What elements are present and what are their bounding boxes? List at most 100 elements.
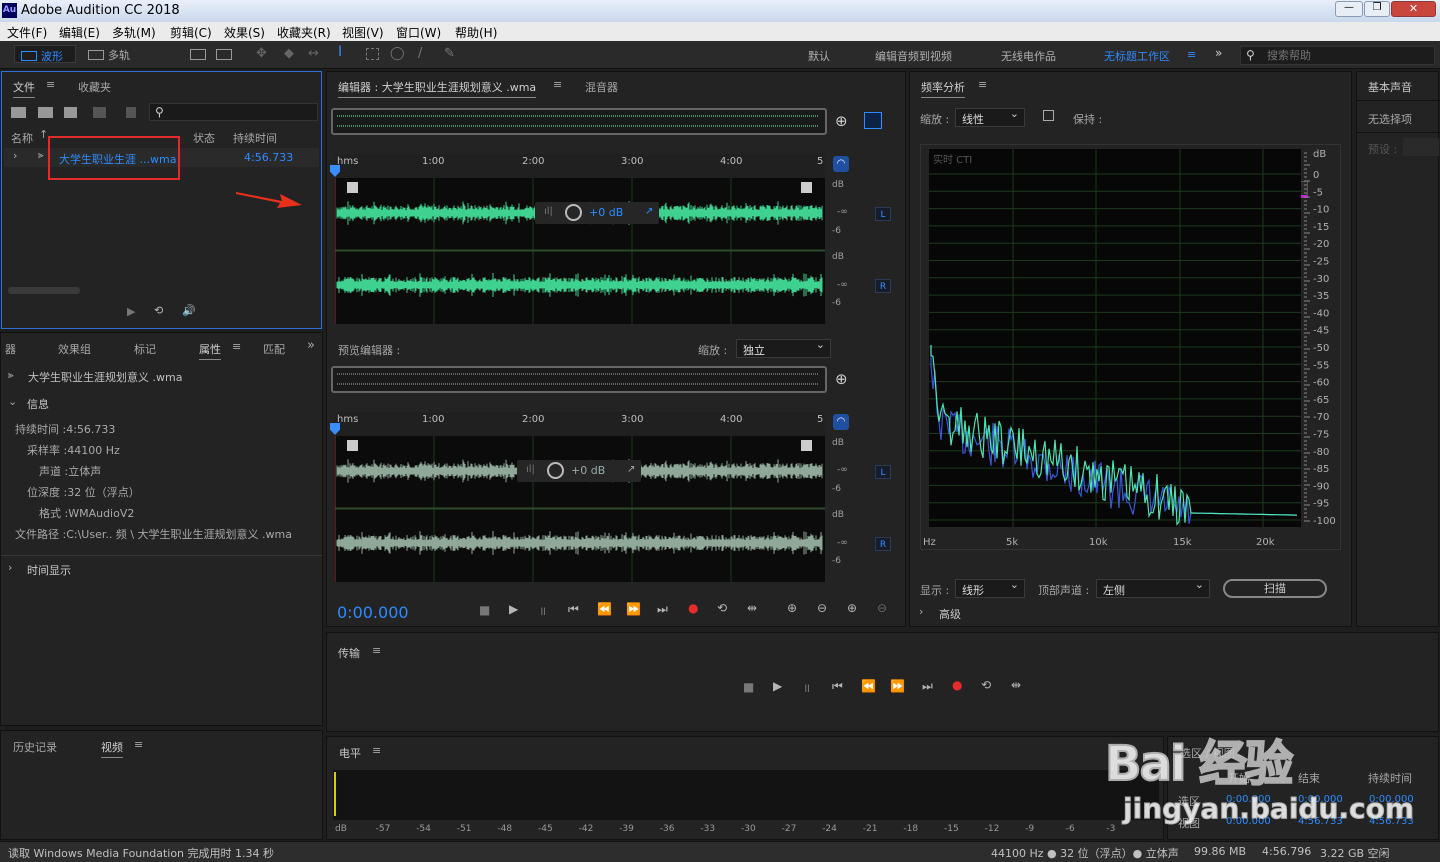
razor-tool-icon[interactable]: ◆	[284, 46, 294, 61]
advanced-expand-icon[interactable]: ›	[919, 605, 923, 618]
fast-forward-icon[interactable]: ⏩	[626, 602, 641, 616]
workspace-default[interactable]: 默认	[808, 48, 830, 64]
tab-video[interactable]: 视频	[101, 739, 123, 758]
multitrack-view-button[interactable]: 多轨	[88, 47, 130, 63]
zoom-out-full-icon[interactable]: ⊕	[835, 112, 848, 130]
marquee-tool-icon[interactable]	[366, 48, 379, 60]
scale-select[interactable]: 线性	[955, 107, 1025, 127]
record-icon[interactable]: ●	[952, 678, 962, 692]
left-channel-toggle[interactable]: L	[875, 207, 891, 221]
pitch-display-icon[interactable]	[216, 49, 232, 60]
waveform-area[interactable]	[335, 178, 825, 324]
spectral-toggle-icon[interactable]	[864, 112, 882, 129]
menu-help[interactable]: 帮助(H)	[455, 24, 497, 41]
play-icon[interactable]: ▶	[509, 602, 518, 616]
files-menu-icon[interactable]: ≡	[46, 78, 55, 91]
tab-history[interactable]: 历史记录	[13, 739, 57, 755]
workspace-untitled[interactable]: 无标题工作区	[1104, 48, 1170, 64]
tab-frequency-analysis[interactable]: 频率分析	[921, 79, 965, 98]
pin-icon[interactable]: ↗	[645, 206, 653, 217]
preview-hud-gain-control[interactable]: ıl| +0 dB ↗	[517, 460, 641, 482]
properties-menu-icon[interactable]: ≡	[232, 340, 241, 353]
autoplay-icon[interactable]: 🔊	[182, 304, 196, 317]
zoom-out-time-icon[interactable]: ⊖	[877, 601, 887, 615]
tab-effects-rack[interactable]: 效果组	[58, 341, 91, 357]
close-button[interactable]: ✕	[1391, 1, 1436, 17]
zoom-out-amplitude-icon[interactable]: ⊖	[817, 601, 827, 615]
files-search-box[interactable]: ⚲	[149, 103, 318, 121]
maximize-button[interactable]: ❐	[1364, 1, 1390, 17]
preview-left-channel-toggle[interactable]: L	[875, 465, 891, 479]
gain-knob-icon[interactable]	[565, 204, 582, 221]
menu-favorites[interactable]: 收藏夹(R)	[277, 24, 331, 41]
info-collapse-icon[interactable]: ⌄	[8, 395, 17, 408]
right-channel-toggle[interactable]: R	[875, 279, 891, 293]
time-display-expand-icon[interactable]: ›	[8, 561, 12, 574]
open-file-icon[interactable]	[11, 107, 26, 118]
workspace-menu-icon[interactable]: ≡	[1187, 48, 1196, 61]
play-icon[interactable]: ▶	[127, 305, 135, 318]
spot-healing-tool-icon[interactable]: ✎	[444, 46, 455, 61]
import-file-icon[interactable]	[38, 107, 53, 118]
hud-gain-control[interactable]: ıl| +0 dB ↗	[535, 202, 659, 224]
video-menu-icon[interactable]: ≡	[134, 738, 143, 751]
waveform-view-button[interactable]: 波形	[14, 45, 76, 63]
timeline-ruler[interactable]: hms 1:00 2:00 3:00 4:00 5	[335, 154, 825, 178]
scan-button[interactable]: 扫描	[1223, 579, 1327, 598]
preview-zoom-out-full-icon[interactable]: ⊕	[835, 370, 848, 388]
slip-tool-icon[interactable]: ↔	[308, 46, 319, 61]
pin-icon[interactable]: ↗	[627, 464, 635, 475]
play-icon[interactable]: ▶	[773, 679, 782, 693]
zoom-in-amplitude-icon[interactable]: ⊕	[787, 601, 797, 615]
col-status[interactable]: 状态	[193, 130, 215, 146]
tab-files[interactable]: 文件	[13, 79, 35, 98]
workspace-radio[interactable]: 无线电作品	[1001, 48, 1056, 64]
preview-monitor-icon[interactable]: ◠	[833, 414, 849, 430]
preview-overview-bar[interactable]	[331, 366, 827, 393]
editor-menu-icon[interactable]: ≡	[553, 78, 562, 91]
move-tool-icon[interactable]: ✥	[256, 46, 267, 61]
stop-icon[interactable]: ■	[743, 680, 754, 694]
pause-icon[interactable]: ॥	[539, 602, 546, 619]
top-channel-select[interactable]: 左侧	[1096, 578, 1210, 598]
menu-view[interactable]: 视图(V)	[342, 24, 384, 41]
monitor-icon[interactable]: ◠	[833, 156, 849, 172]
menu-file[interactable]: 文件(F)	[7, 24, 47, 41]
loop-playback-icon[interactable]: ⟲	[717, 601, 727, 615]
preview-timeline-ruler[interactable]: hms 1:00 2:00 3:00 4:00 5	[335, 412, 825, 436]
tab-properties[interactable]: 属性	[199, 341, 221, 360]
loop-playback-icon[interactable]: ⟲	[981, 678, 991, 692]
spectral-display-icon[interactable]	[190, 49, 206, 60]
lasso-tool-icon[interactable]: ◯	[390, 46, 405, 61]
level-menu-icon[interactable]: ≡	[372, 744, 381, 757]
advanced-label[interactable]: 高级	[939, 606, 961, 622]
stop-icon[interactable]: ■	[479, 603, 490, 617]
gain-knob-icon[interactable]	[547, 462, 564, 479]
tab-match[interactable]: 匹配	[263, 341, 285, 357]
current-time[interactable]: 0:00.000	[337, 603, 409, 622]
preview-zoom-select[interactable]: 独立	[736, 338, 831, 358]
overview-bar[interactable]	[331, 108, 827, 135]
go-to-start-icon[interactable]: ⏮	[568, 602, 579, 617]
brush-tool-icon[interactable]: /	[418, 46, 422, 61]
pause-icon[interactable]: ॥	[803, 679, 810, 696]
panel-overflow-icon[interactable]: »	[307, 338, 315, 353]
fast-forward-icon[interactable]: ⏩	[890, 679, 905, 693]
horizontal-scrollbar[interactable]	[8, 287, 80, 294]
zoom-in-time-icon[interactable]: ⊕	[847, 601, 857, 615]
workspace-edit-audio-to-video[interactable]: 编辑音频到视频	[875, 48, 952, 64]
minimize-button[interactable]: —	[1335, 1, 1363, 17]
rewind-icon[interactable]: ⏪	[861, 679, 876, 693]
rewind-icon[interactable]: ⏪	[597, 602, 612, 616]
loop-icon[interactable]: ⟲	[154, 304, 163, 317]
preview-right-channel-toggle[interactable]: R	[875, 537, 891, 551]
transport-menu-icon[interactable]: ≡	[372, 644, 381, 657]
tab-editor[interactable]: 编辑器 : 大学生职业生涯规划意义 .wma	[338, 79, 537, 98]
delete-file-icon[interactable]	[126, 107, 136, 118]
workspace-overflow-icon[interactable]: »	[1215, 46, 1222, 60]
tab-mixer[interactable]: 混音器	[585, 79, 618, 95]
skip-selection-icon[interactable]: ⇹	[747, 601, 757, 615]
menu-clip[interactable]: 剪辑(C)	[170, 24, 212, 41]
go-to-start-icon[interactable]: ⏮	[832, 679, 843, 694]
record-icon[interactable]: ●	[688, 601, 698, 615]
